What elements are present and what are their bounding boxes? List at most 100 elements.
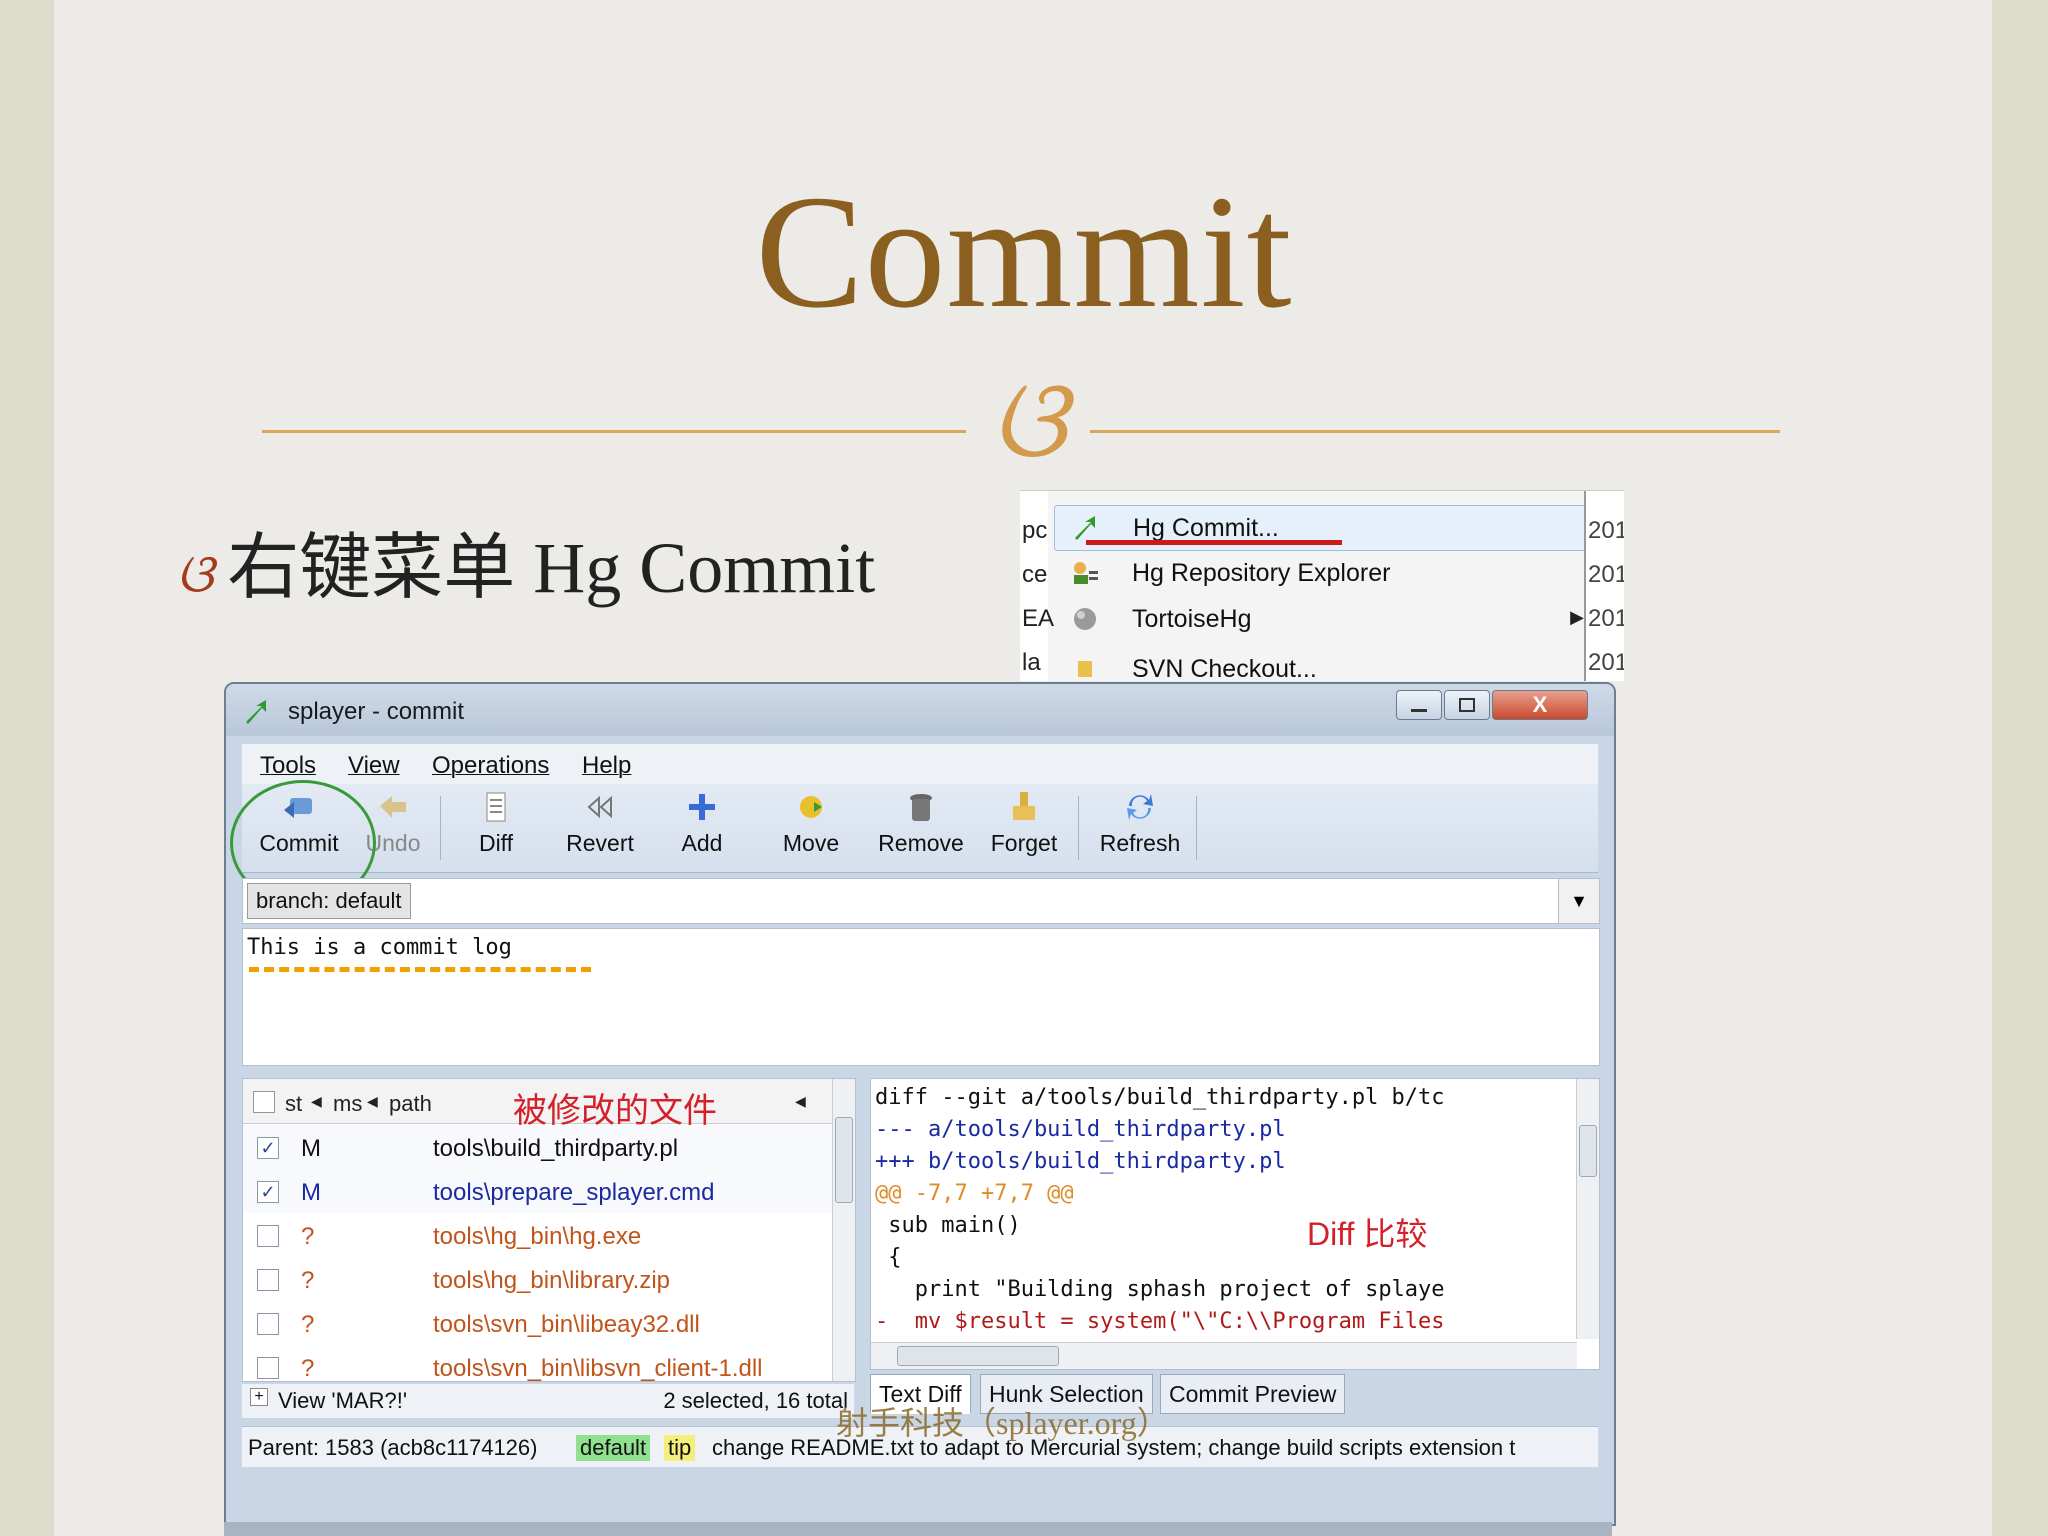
menu-view[interactable]: View — [348, 752, 400, 780]
menu-item-tortoisehg[interactable]: TortoiseHg ▶ — [1054, 597, 1602, 641]
revert-button[interactable]: Revert — [552, 790, 648, 868]
bg-text-fragment: EA — [1022, 605, 1055, 632]
menu-item-hg-repository-explorer[interactable]: Hg Repository Explorer — [1054, 551, 1602, 595]
file-row[interactable]: ? tools\svn_bin\libsvn_client-1.dll — [243, 1345, 833, 1382]
sort-arrow-icon: ◀ — [367, 1093, 378, 1109]
toolbar-label: Remove — [878, 830, 964, 856]
file-path: tools\svn_bin\libeay32.dll — [433, 1311, 700, 1338]
context-menu: pc ce EA la Hg Commit... Hg Repository E… — [1020, 490, 1624, 681]
file-row[interactable]: ✓ Mtools\build_thirdparty.pl — [243, 1125, 833, 1169]
diff-line: - mv $result = system("\"C:\\Program Fil… — [875, 1309, 1445, 1334]
window-titlebar[interactable]: splayer - commit X — [226, 684, 1614, 736]
file-list-scrollbar[interactable] — [832, 1079, 855, 1381]
minimize-icon — [1411, 709, 1427, 712]
toolbar-label: Forget — [990, 830, 1058, 856]
tortoisehg-icon — [1074, 608, 1096, 630]
scroll-thumb[interactable] — [835, 1117, 853, 1203]
file-row[interactable]: ? tools\hg_bin\library.zip — [243, 1257, 833, 1301]
move-icon — [800, 796, 822, 818]
add-button[interactable]: Add — [662, 790, 742, 868]
file-path: tools\build_thirdparty.pl — [433, 1135, 679, 1162]
file-path: tools\prepare_splayer.cmd — [433, 1179, 715, 1206]
column-header-st[interactable]: st — [285, 1091, 302, 1117]
branch-selector[interactable]: branch: default ▼ — [242, 878, 1600, 924]
hg-commit-icon — [246, 700, 266, 724]
tag-tip: tip — [664, 1435, 696, 1461]
bg-text-fragment: pc — [1022, 517, 1048, 544]
scroll-left-arrow-icon: ◀ — [795, 1093, 806, 1109]
minimize-button[interactable] — [1396, 690, 1442, 720]
background-window-right-strip: 201 201 201 201 — [1584, 491, 1624, 681]
diff-line: +++ b/tools/build_thirdparty.pl — [875, 1149, 1286, 1174]
orange-dashed-underline — [249, 967, 591, 972]
column-header-ms[interactable]: ms — [333, 1091, 362, 1117]
background-window-left-strip: pc ce EA la — [1020, 491, 1054, 681]
forget-button[interactable]: Forget — [982, 790, 1066, 868]
bullet-text: 右键菜单 Hg Commit — [227, 528, 876, 608]
menu-help[interactable]: Help — [582, 752, 631, 780]
selection-count: 2 selected, 16 total — [663, 1388, 848, 1413]
diff-line: print "Building sphash project of splaye — [875, 1277, 1445, 1302]
menu-item-svn-checkout[interactable]: SVN Checkout... — [1054, 647, 1602, 681]
move-button[interactable]: Move — [766, 790, 856, 868]
diff-button[interactable]: Diff — [456, 790, 536, 868]
file-status: ? — [301, 1267, 315, 1294]
menu-bar: Tools View Operations Help — [242, 744, 1598, 784]
diff-line: sub main() — [875, 1213, 1021, 1238]
bg-text-fragment: 201 — [1588, 605, 1624, 632]
scroll-thumb[interactable] — [1579, 1125, 1597, 1177]
remove-icon — [910, 794, 932, 821]
dropdown-icon[interactable]: ▼ — [1558, 879, 1599, 923]
refresh-button[interactable]: Refresh — [1090, 790, 1190, 868]
scroll-thumb[interactable] — [897, 1346, 1059, 1366]
ornament-icon: ଓ — [990, 359, 1066, 481]
remove-button[interactable]: Remove — [868, 790, 974, 868]
svn-icon — [1078, 661, 1092, 677]
bg-text-fragment: la — [1022, 649, 1041, 676]
menu-operations[interactable]: Operations — [432, 752, 549, 780]
toolbar-separator — [440, 796, 441, 860]
file-status: ? — [301, 1223, 315, 1250]
red-highlight-underline — [1086, 540, 1342, 545]
file-row[interactable]: ? tools\svn_bin\libeay32.dll — [243, 1301, 833, 1345]
file-row[interactable]: ✓ Mtools\prepare_splayer.cmd — [243, 1169, 833, 1213]
checkbox-unchecked[interactable] — [257, 1313, 279, 1335]
maximize-button[interactable] — [1444, 690, 1490, 720]
diff-vertical-scrollbar[interactable] — [1576, 1079, 1599, 1339]
bg-text-fragment: 201 — [1588, 561, 1624, 588]
checkbox-checked[interactable]: ✓ — [257, 1181, 279, 1203]
close-button[interactable]: X — [1492, 690, 1588, 720]
commit-message-editor[interactable]: This is a commit log — [242, 928, 1600, 1066]
expand-icon[interactable]: + — [250, 1388, 268, 1406]
menu-tools[interactable]: Tools — [260, 752, 316, 780]
select-all-checkbox[interactable] — [253, 1091, 275, 1113]
divider-line-right — [1090, 430, 1780, 433]
checkbox-unchecked[interactable] — [257, 1225, 279, 1247]
view-filter-label[interactable]: View 'MAR?!' — [278, 1388, 407, 1414]
window-title: splayer - commit — [288, 698, 465, 725]
slide-title: Commit — [755, 163, 1293, 342]
bg-text-fragment: 201 — [1588, 649, 1624, 676]
watermark-text: 射手科技（splayer.org） — [836, 1405, 1169, 1441]
toolbar-separator — [1196, 796, 1197, 860]
column-header-path[interactable]: path — [389, 1091, 432, 1117]
file-path: tools\hg_bin\library.zip — [433, 1267, 671, 1294]
file-status: ? — [301, 1311, 315, 1338]
hg-repo-explorer-icon — [1074, 562, 1098, 584]
diff-horizontal-scrollbar[interactable] — [871, 1342, 1577, 1369]
tab-commit-preview[interactable]: Commit Preview — [1160, 1374, 1346, 1414]
toolbar-label: Move — [782, 830, 840, 856]
divider-line-left — [262, 430, 966, 433]
parent-revision: Parent: 1583 (acb8c1174126) — [248, 1435, 538, 1460]
diff-line: diff --git a/tools/build_thirdparty.pl b… — [875, 1085, 1445, 1110]
checkbox-checked[interactable]: ✓ — [257, 1137, 279, 1159]
file-list-header: st ◀ ms ◀ path 被修改的文件 ◀ — [243, 1079, 833, 1130]
diff-icon — [486, 792, 506, 822]
bullet-item: ଓ 右键菜单 Hg Commit — [176, 508, 875, 613]
checkbox-unchecked[interactable] — [257, 1269, 279, 1291]
file-row[interactable]: ? tools\hg_bin\hg.exe — [243, 1213, 833, 1257]
hg-commit-icon — [1075, 516, 1095, 540]
file-path: tools\svn_bin\libsvn_client-1.dll — [433, 1355, 763, 1382]
checkbox-unchecked[interactable] — [257, 1357, 279, 1379]
branch-label: branch: default — [247, 883, 411, 919]
